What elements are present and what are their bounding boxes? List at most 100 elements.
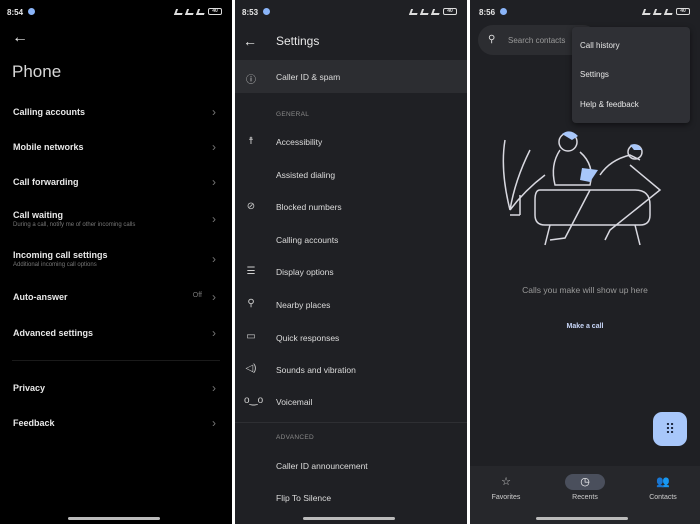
notification-icon [28, 8, 35, 15]
battery-icon: 40 [676, 8, 690, 15]
status-bar: 8:53 40 [235, 0, 467, 24]
status-time: 8:56 [479, 8, 496, 17]
location-pin-icon: ⚲ [247, 298, 255, 309]
setting-auto-answer[interactable]: Auto-answer Off › [13, 290, 220, 304]
menu-item-settings[interactable]: Settings [580, 70, 609, 79]
signal-icon [408, 8, 420, 15]
nav-label: Recents [572, 494, 598, 501]
setting-label: Advanced settings [13, 328, 94, 338]
nav-label: Favorites [491, 494, 521, 501]
setting-description: Additional incoming call options [13, 262, 97, 268]
nav-contacts[interactable]: 👥 Contacts [633, 466, 693, 501]
home-indicator[interactable] [68, 517, 160, 520]
setting-label: Incoming call settings [13, 250, 108, 260]
page-title: Phone [12, 62, 62, 81]
setting-value: Off [192, 292, 202, 299]
menu-item-call-history[interactable]: Call history [580, 41, 620, 50]
dialpad-icon: ⠿ [664, 421, 676, 437]
setting-call-waiting[interactable]: Call waiting During a call, notify me of… [13, 210, 220, 228]
overflow-menu: Call history Settings Help & feedback [572, 27, 690, 123]
settings-screen: 8:53 40 ← Settings ⓘ Caller ID & spam GE… [235, 0, 467, 524]
block-icon: ⊘ [246, 201, 256, 212]
list-icon: ☰ [246, 266, 256, 277]
search-placeholder: Search contacts [508, 36, 566, 45]
setting-call-forwarding[interactable]: Call forwarding › [13, 175, 220, 189]
setting-label: Privacy [13, 383, 46, 393]
setting-label: Feedback [13, 418, 55, 428]
signal-icon [652, 8, 664, 15]
status-time: 8:54 [7, 8, 24, 17]
setting-label: Caller ID & spam [276, 72, 341, 82]
setting-label: Calling accounts [276, 235, 339, 245]
back-arrow-icon[interactable]: ← [12, 30, 28, 46]
empty-state-text: Calls you make will show up here [522, 285, 648, 295]
status-icons: 40 [408, 8, 457, 15]
status-time: 8:53 [242, 8, 259, 17]
setting-advanced[interactable]: Advanced settings › [13, 326, 220, 340]
setting-label: Call waiting [13, 210, 64, 220]
signal-icon [173, 8, 185, 15]
setting-label: Sounds and vibration [276, 365, 356, 375]
setting-label: Assisted dialing [276, 170, 336, 180]
setting-calling-accounts[interactable]: Calling accounts › [13, 105, 220, 119]
empty-state-illustration [502, 131, 662, 246]
chevron-right-icon: › [212, 252, 216, 266]
menu-item-help-feedback[interactable]: Help & feedback [580, 100, 639, 109]
setting-label: Mobile networks [13, 142, 84, 152]
signal-icon [419, 8, 431, 15]
notification-icon [263, 8, 270, 15]
setting-incoming-call[interactable]: Incoming call settings Additional incomi… [13, 250, 220, 268]
setting-label: Caller ID announcement [276, 461, 368, 471]
message-icon: ▭ [246, 331, 256, 342]
make-call-button[interactable]: Make a call [550, 323, 620, 330]
setting-label: Flip To Silence [276, 493, 332, 503]
section-header-general: GENERAL [276, 111, 310, 118]
status-icons: 40 [173, 8, 222, 15]
setting-label: Display options [276, 267, 334, 277]
divider [235, 422, 467, 423]
setting-feedback[interactable]: Feedback › [13, 416, 220, 430]
chevron-right-icon: › [212, 416, 216, 430]
signal-icon [184, 8, 196, 15]
status-icons: 40 [641, 8, 690, 15]
back-arrow-icon[interactable]: ← [243, 33, 257, 49]
setting-label: Nearby places [276, 300, 331, 310]
chevron-right-icon: › [212, 212, 216, 226]
info-icon: ⓘ [246, 75, 256, 86]
chevron-right-icon: › [212, 175, 216, 189]
home-indicator[interactable] [303, 517, 395, 520]
chevron-right-icon: › [212, 105, 216, 119]
phone-settings-screen: 8:54 40 ← Phone Calling accounts › Mobil… [0, 0, 232, 524]
nav-label: Contacts [649, 494, 677, 501]
clock-icon: ◷ [565, 474, 605, 490]
volume-icon: ◁) [245, 363, 257, 374]
battery-icon: 40 [443, 8, 457, 15]
chevron-right-icon: › [212, 381, 216, 395]
status-bar: 8:54 40 [0, 0, 232, 24]
setting-label: Calling accounts [13, 107, 86, 117]
signal-icon [641, 8, 653, 15]
chevron-right-icon: › [212, 290, 216, 304]
nav-favorites[interactable]: ☆ Favorites [476, 466, 536, 501]
home-indicator[interactable] [536, 517, 628, 520]
bottom-navigation: ☆ Favorites ◷ Recents 👥 Contacts [470, 466, 700, 524]
phone-recents-screen: 8:56 40 ⚲ Search contacts Calls you make… [470, 0, 700, 524]
wifi-icon [195, 8, 207, 15]
setting-caller-id-spam[interactable]: ⓘ Caller ID & spam [235, 60, 467, 93]
setting-mobile-networks[interactable]: Mobile networks › [13, 140, 220, 154]
section-header-advanced: ADVANCED [276, 434, 315, 441]
contacts-icon: 👥 [656, 476, 670, 488]
chevron-right-icon: › [212, 326, 216, 340]
dialpad-button[interactable]: ⠿ [653, 412, 687, 446]
setting-label: Auto-answer [13, 292, 68, 302]
star-icon: ☆ [501, 476, 511, 488]
wifi-icon [430, 8, 442, 15]
accessibility-icon: ☨ [248, 136, 254, 147]
wifi-icon [663, 8, 675, 15]
setting-description: During a call, notify me of other incomi… [13, 222, 136, 228]
setting-privacy[interactable]: Privacy › [13, 381, 220, 395]
voicemail-icon: o‿o [244, 395, 264, 406]
setting-label: Quick responses [276, 333, 340, 343]
nav-recents[interactable]: ◷ Recents [555, 466, 615, 501]
setting-label: Voicemail [276, 397, 313, 407]
